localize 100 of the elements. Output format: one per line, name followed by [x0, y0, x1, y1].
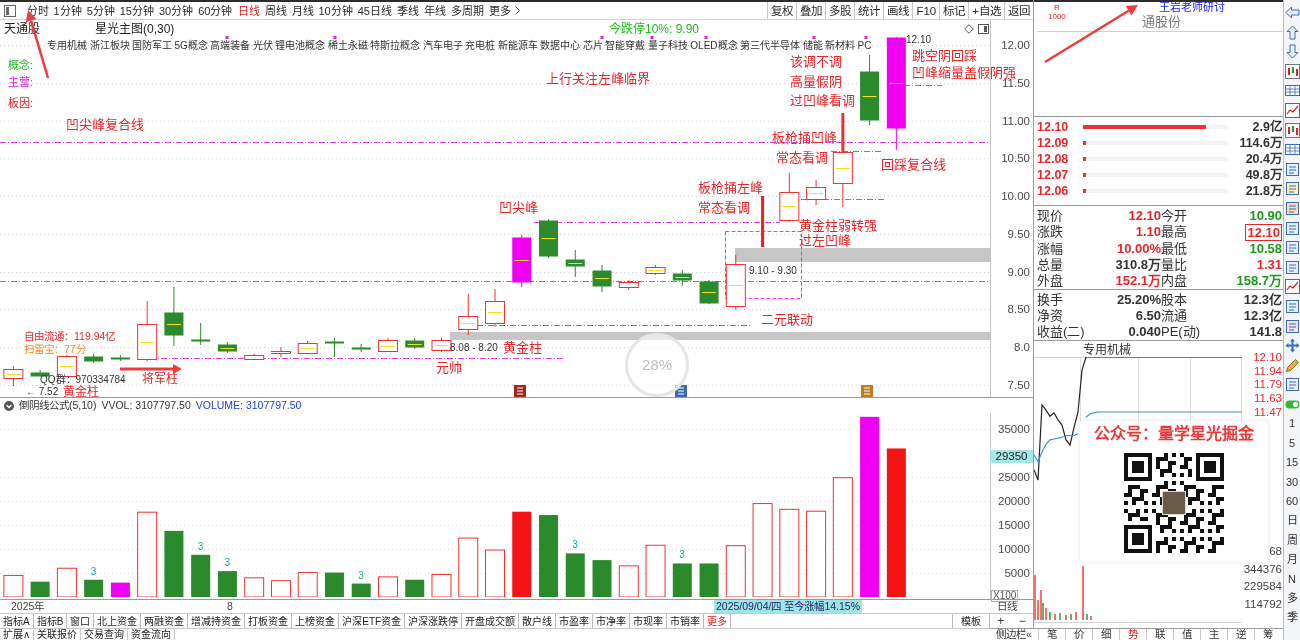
period-tab[interactable]: 1分钟 — [51, 2, 85, 19]
document-icon[interactable] — [1284, 259, 1300, 275]
more-tab[interactable]: 更多 — [704, 614, 732, 628]
period-tab[interactable]: 30分钟 — [156, 2, 196, 19]
move-icon[interactable] — [1284, 338, 1300, 354]
volume-axis-label: 15000 — [997, 519, 1030, 532]
cycle-button[interactable]: 多 — [1284, 591, 1300, 606]
count-label: 3 — [197, 540, 204, 553]
document-icon[interactable] — [1284, 298, 1300, 314]
stat-value: 10.00% — [1116, 241, 1161, 257]
period-button[interactable]: 30 — [1284, 474, 1300, 490]
stat-label: 净资 — [1037, 308, 1064, 324]
template-button[interactable]: 模板 — [952, 614, 990, 628]
pencil-icon[interactable] — [1284, 357, 1300, 373]
volume-bar — [244, 577, 265, 597]
period-tab[interactable]: 月线 — [289, 2, 316, 19]
indicator-tab[interactable]: 沪深涨跌停 — [405, 614, 463, 628]
candlestick-chart-icon[interactable] — [1284, 63, 1300, 79]
sector-label: 专用机械 — [1083, 343, 1131, 357]
chevron-icon[interactable] — [4, 400, 14, 411]
dot-marker-icon — [225, 36, 229, 39]
indicator-tab[interactable]: 北上资金 — [94, 614, 142, 628]
stat-label: 总量 — [1037, 257, 1064, 273]
panel-icon[interactable] — [978, 24, 989, 34]
period-tab[interactable]: 15分钟 — [117, 2, 157, 19]
indicator-tab[interactable]: 窗口 — [67, 614, 95, 628]
candlestick — [592, 264, 612, 293]
period-tab[interactable]: 5分钟 — [84, 2, 118, 19]
volume-bar — [618, 565, 639, 597]
price-axis-label: 10.00 — [1000, 190, 1030, 202]
panel-tab[interactable]: 交易查询 — [81, 629, 129, 640]
indicator-tab[interactable]: 打板资金 — [245, 614, 293, 628]
candlestick-chart-icon[interactable] — [1284, 122, 1300, 138]
panel-tab[interactable]: 关联报价 — [34, 629, 82, 640]
cycle-button[interactable]: 日 — [1284, 513, 1300, 529]
toolbar-button[interactable]: 标记 — [939, 2, 969, 19]
period-tab[interactable]: 45日线 — [355, 2, 395, 19]
indicator-tab[interactable]: 市现率 — [630, 614, 668, 628]
period-button[interactable]: 5 — [1284, 435, 1300, 451]
more-button[interactable]: 更多 — [486, 2, 523, 19]
document-icon[interactable] — [1284, 240, 1300, 256]
toolbar-button[interactable]: 统计 — [854, 2, 884, 19]
diamond-icon[interactable] — [964, 24, 974, 34]
indicator-tab[interactable]: 市净率 — [593, 614, 631, 628]
panel-icon[interactable] — [4, 4, 16, 17]
indicator-tab[interactable]: 散户线 — [519, 614, 557, 628]
indicator-tab[interactable]: 指标A — [0, 614, 34, 628]
period-button[interactable]: 60 — [1284, 494, 1300, 509]
period-tab[interactable]: 季线 — [394, 2, 422, 19]
line-chart-icon[interactable] — [1284, 102, 1300, 118]
intraday-volume-drawing — [1034, 565, 1092, 621]
document-icon[interactable] — [1284, 318, 1300, 334]
cycle-button[interactable]: 月 — [1284, 552, 1300, 567]
indicator-tab[interactable]: 上榜资金 — [292, 614, 340, 628]
period-tab[interactable]: 60分钟 — [195, 2, 235, 19]
volume-bar — [217, 571, 237, 597]
indicator-tab[interactable]: 沪深ETF资金 — [339, 614, 406, 628]
document-icon[interactable] — [1284, 220, 1300, 236]
volume-bar — [699, 563, 719, 597]
down-arrow-icon[interactable] — [1284, 44, 1300, 60]
period-tab[interactable]: 周线 — [262, 2, 289, 19]
volume-bar — [3, 574, 24, 597]
indicator-tab[interactable]: 市盈率 — [556, 614, 594, 628]
panel-tab[interactable]: 扩展∧ — [0, 629, 35, 640]
volume-bar — [110, 582, 130, 597]
toolbar-button[interactable]: +自选 — [968, 2, 1004, 19]
table-icon[interactable] — [1284, 142, 1300, 158]
document-icon[interactable] — [1284, 200, 1300, 216]
photo-placeholder — [1162, 491, 1186, 515]
period-button[interactable]: 15 — [1284, 455, 1300, 471]
indicator-tab[interactable]: 两融资金 — [141, 614, 189, 628]
concept-label: 国防军工 — [132, 40, 172, 52]
indicator-title: 倒阴线公式(5,10) — [19, 399, 97, 412]
document-icon[interactable] — [1284, 161, 1300, 177]
period-tab[interactable]: 多周期 — [448, 2, 487, 19]
stat-label: 涨幅 — [1037, 241, 1064, 257]
candlestick — [84, 353, 104, 364]
period-button[interactable]: 1 — [1284, 416, 1300, 432]
indicator-tab[interactable]: 市销率 — [667, 614, 705, 628]
left-arrow-icon[interactable] — [1284, 5, 1300, 20]
period-tab[interactable]: 年线 — [421, 2, 449, 19]
document-icon[interactable] — [1284, 377, 1300, 393]
indicator-tab[interactable]: 增减持资金 — [188, 614, 246, 628]
cycle-button[interactable]: N — [1284, 571, 1300, 587]
table-icon[interactable] — [1284, 83, 1300, 99]
line-chart-icon[interactable] — [1284, 279, 1300, 295]
cycle-button[interactable]: 周 — [1284, 532, 1300, 548]
volume-bar — [56, 567, 77, 597]
cycle-button[interactable]: 季 — [1284, 610, 1300, 626]
up-arrow-icon[interactable] — [1284, 24, 1300, 40]
period-tab[interactable]: 10分钟 — [316, 2, 356, 19]
period-tab[interactable]: 日线 — [235, 2, 262, 19]
document-icon[interactable] — [1284, 181, 1300, 197]
ask-price: 12.07 — [1037, 167, 1070, 183]
chart-note: 凹尖峰 — [499, 201, 538, 216]
chart-note: 常态看调 — [776, 151, 828, 166]
panel-tab[interactable]: 资金流向 — [128, 629, 176, 640]
indicator-tab[interactable]: 开盘成交额 — [462, 614, 520, 628]
toolbar-button[interactable]: 返回 — [1004, 2, 1033, 19]
volume-bar — [164, 530, 184, 597]
